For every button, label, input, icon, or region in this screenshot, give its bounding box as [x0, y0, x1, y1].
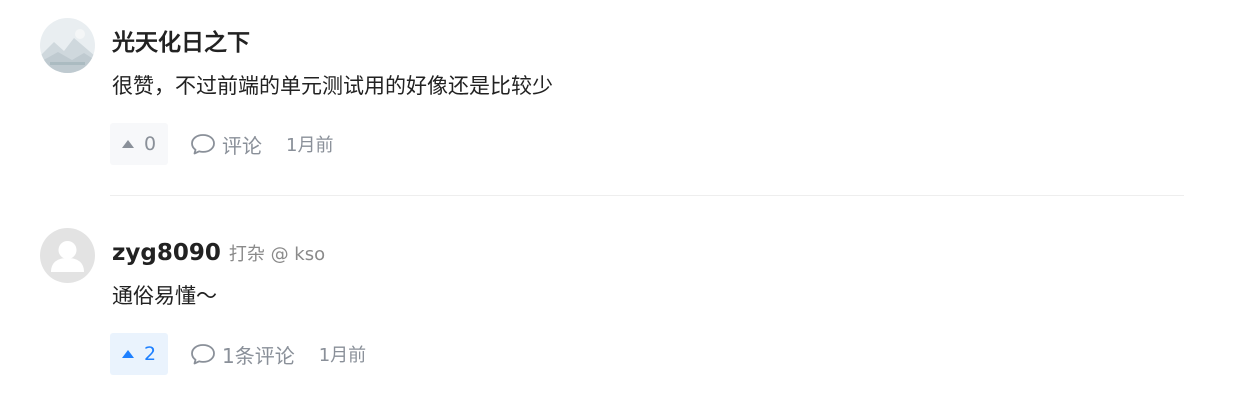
reply-button[interactable]: 评论	[190, 130, 262, 159]
avatar[interactable]	[40, 18, 95, 73]
author-line: 光天化日之下	[112, 27, 250, 59]
like-count: 0	[143, 133, 157, 155]
author-name[interactable]: 光天化日之下	[112, 30, 250, 56]
like-count: 2	[143, 343, 157, 365]
comment-content: 通俗易懂～	[112, 284, 217, 308]
reply-label: 评论	[222, 133, 262, 158]
comment-bubble-icon	[191, 134, 215, 155]
comment-content: 很赞，不过前端的单元测试用的好像还是比较少	[112, 74, 553, 98]
upvote-icon	[121, 350, 134, 358]
like-button[interactable]: 0	[110, 123, 168, 165]
author-job-title: 打杂 @ kso	[228, 244, 326, 265]
comment-actions: 2 1条评论 1月前	[110, 333, 366, 375]
landscape-avatar-icon	[40, 18, 95, 73]
comment-actions: 0 评论 1月前	[110, 123, 333, 165]
comment-bubble-icon	[191, 344, 215, 365]
upvote-icon	[121, 140, 134, 148]
comment-list: 光天化日之下 很赞，不过前端的单元测试用的好像还是比较少 0 评论 1月前 zy…	[0, 0, 1240, 419]
author-name[interactable]: zyg8090	[112, 240, 221, 266]
reply-label: 1条评论	[222, 343, 295, 368]
like-button[interactable]: 2	[110, 333, 168, 375]
comment-divider	[110, 195, 1184, 196]
avatar[interactable]	[40, 228, 95, 283]
comment-time: 1月前	[318, 345, 367, 366]
default-user-avatar-icon	[40, 228, 95, 283]
author-line: zyg8090 打杂 @ kso	[112, 237, 325, 271]
comment-time: 1月前	[286, 135, 334, 156]
reply-button[interactable]: 1条评论	[190, 340, 295, 369]
